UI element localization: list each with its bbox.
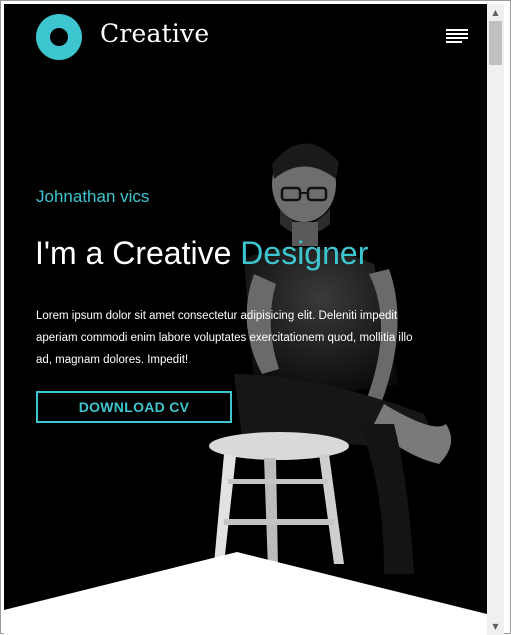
ring-logo-icon[interactable] bbox=[36, 14, 82, 60]
hero-headline: I'm a Creative Designer bbox=[35, 235, 368, 272]
hero-paragraph: Lorem ipsum dolor sit amet consectetur a… bbox=[36, 310, 413, 366]
hero-subtitle: Johnathan vics bbox=[36, 187, 150, 206]
scroll-down-arrow-icon[interactable]: ▼ bbox=[487, 618, 504, 635]
download-cv-button[interactable]: DOWNLOAD CV bbox=[36, 391, 232, 423]
browser-frame: Creative Johnathan vics I'm a Creative D… bbox=[0, 0, 511, 635]
headline-accent: Designer bbox=[240, 235, 369, 271]
scroll-up-arrow-icon[interactable]: ▲ bbox=[487, 4, 504, 21]
brand-name[interactable]: Creative bbox=[100, 19, 209, 48]
section-divider-shape bbox=[4, 552, 487, 635]
hamburger-menu-icon[interactable] bbox=[446, 29, 468, 45]
headline-prefix: I'm a Creative bbox=[35, 235, 241, 271]
page-viewport: Creative Johnathan vics I'm a Creative D… bbox=[4, 4, 487, 635]
scroll-thumb[interactable] bbox=[489, 21, 502, 65]
vertical-scrollbar[interactable]: ▲ ▼ bbox=[487, 4, 504, 635]
